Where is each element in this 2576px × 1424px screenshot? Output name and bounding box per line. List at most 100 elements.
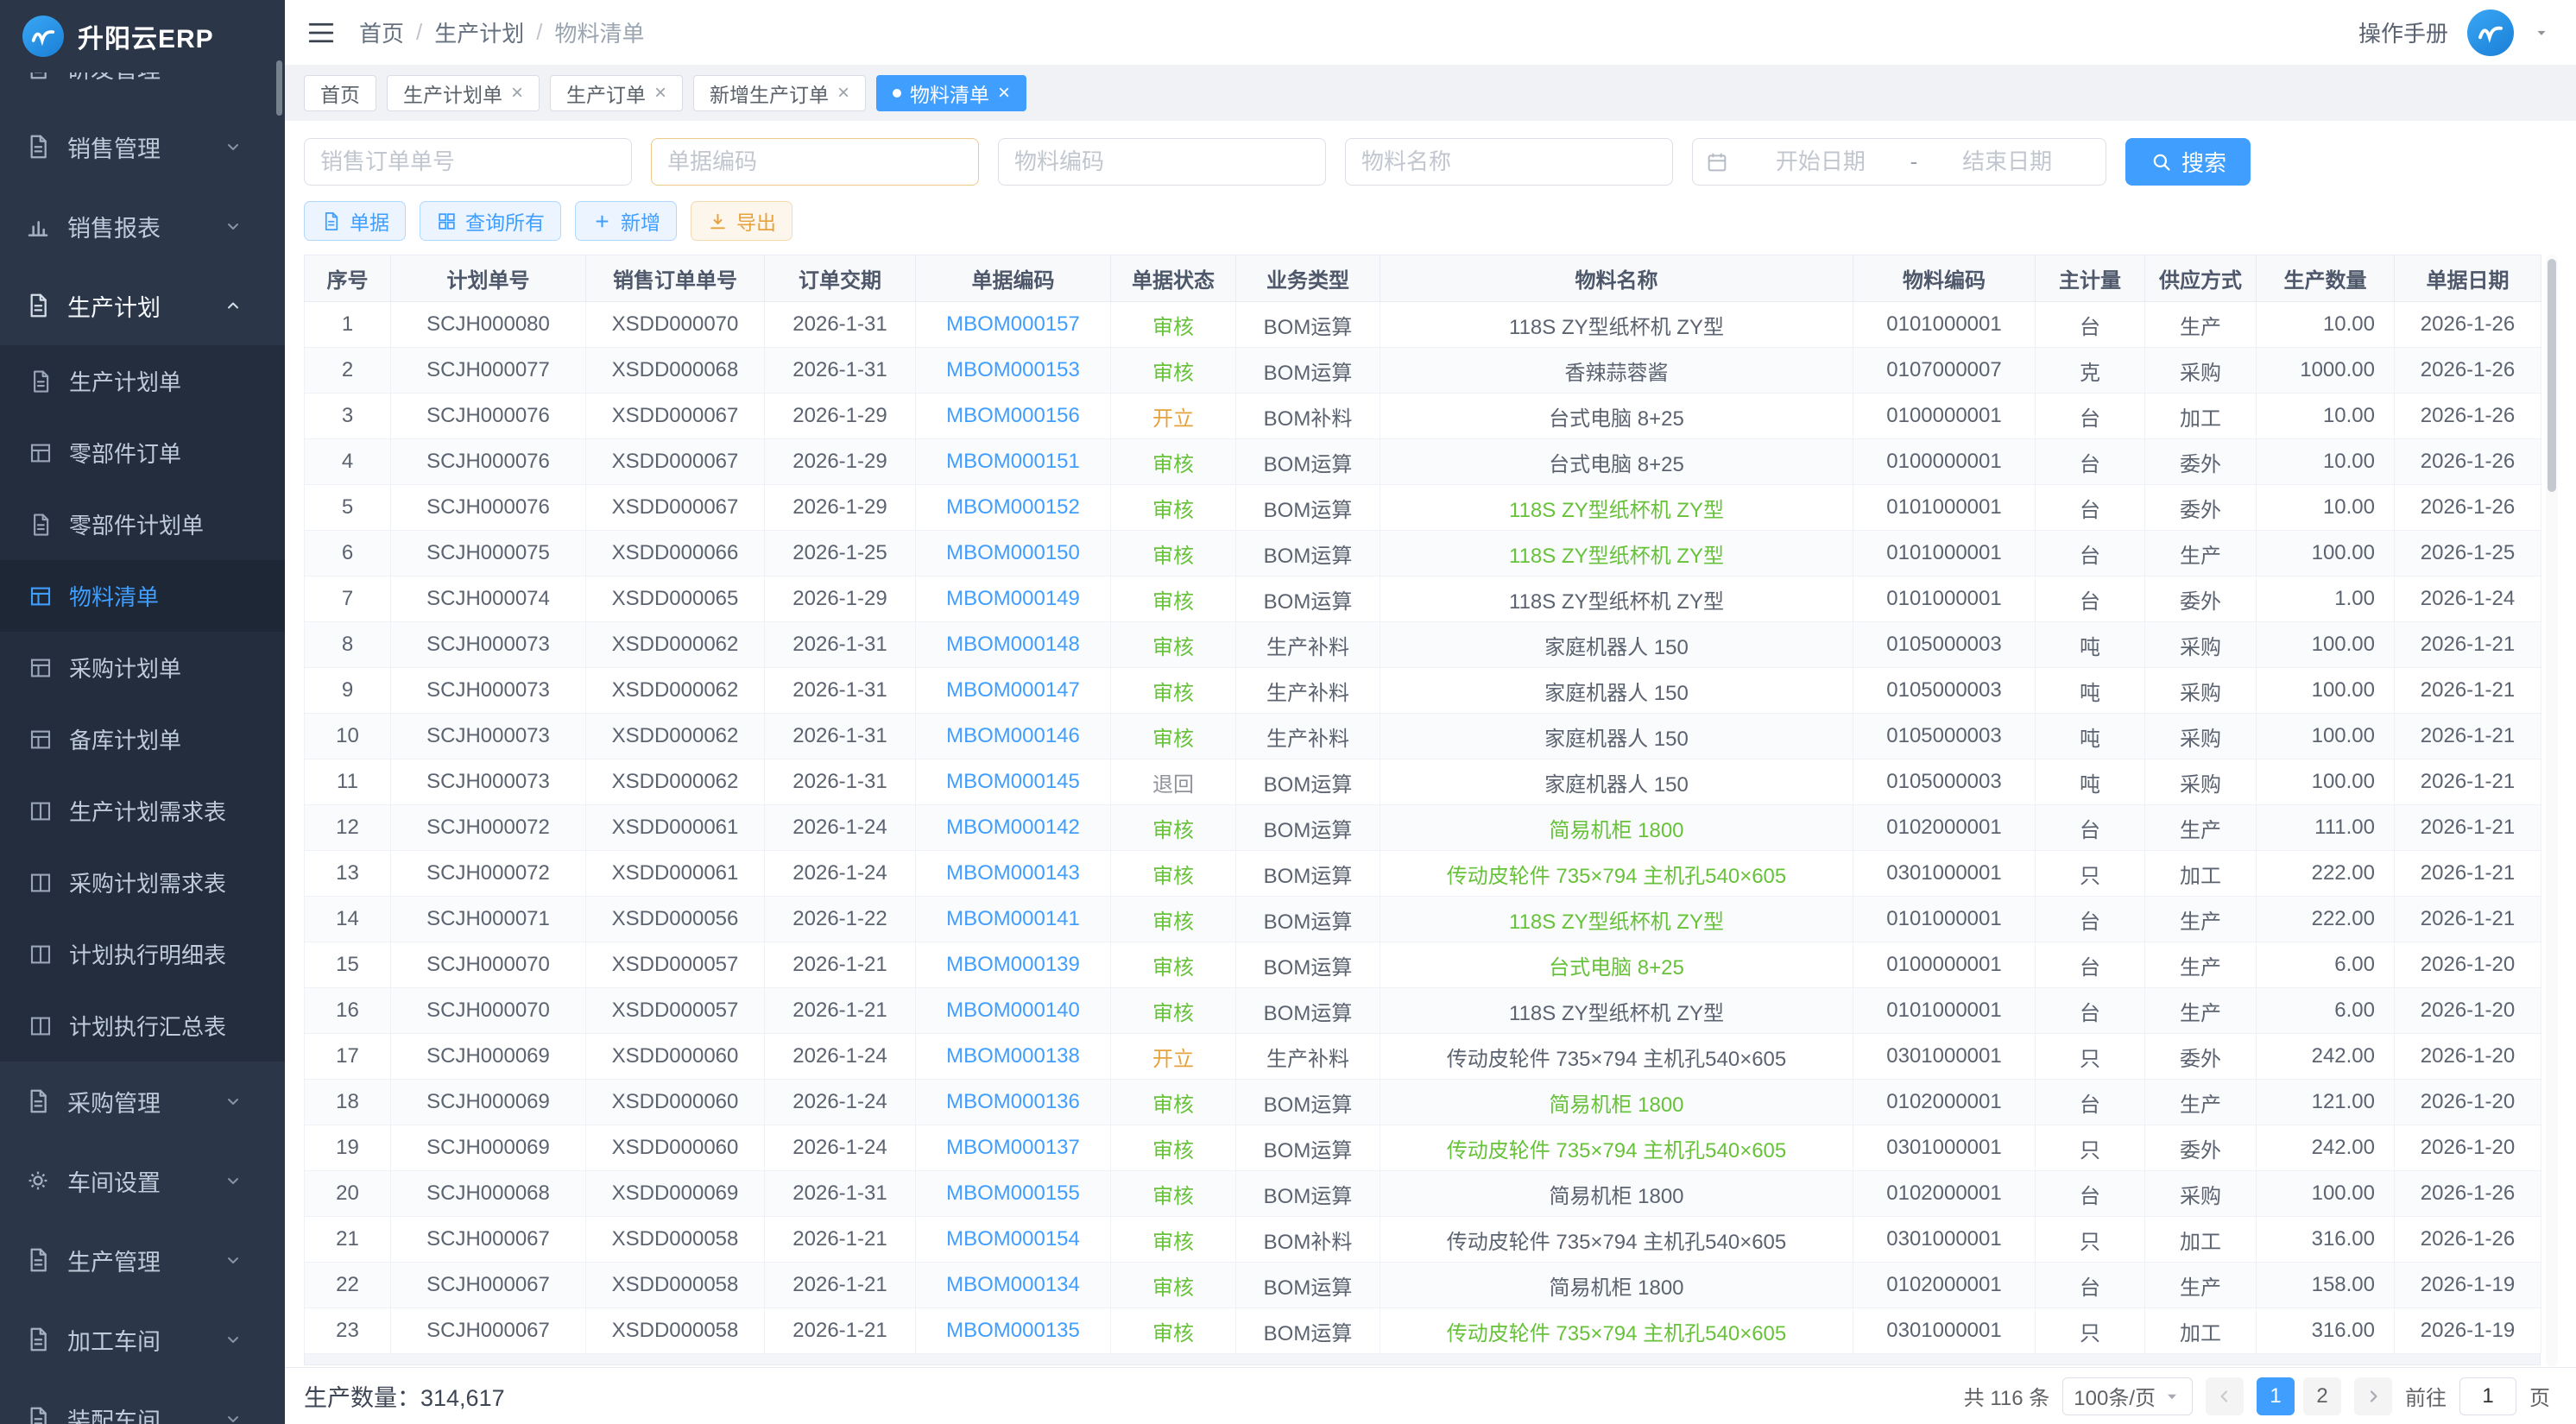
doc-code-input[interactable]: [652, 139, 978, 185]
table-row[interactable]: 1SCJH000080XSDD0000702026-1-31MBOM000157…: [305, 302, 2541, 348]
cell-doc-no-link[interactable]: MBOM000148: [916, 622, 1111, 668]
cell-doc-no-link[interactable]: MBOM000142: [916, 805, 1111, 851]
user-avatar[interactable]: [2467, 9, 2514, 56]
table-row[interactable]: 22SCJH000067XSDD0000582026-1-21MBOM00013…: [305, 1263, 2541, 1308]
tab[interactable]: 首页: [304, 75, 376, 111]
table-row[interactable]: 9SCJH000073XSDD0000622026-1-31MBOM000147…: [305, 668, 2541, 714]
sidebar-group[interactable]: 生产管理: [0, 1220, 285, 1300]
table-row[interactable]: 7SCJH000074XSDD0000652026-1-29MBOM000149…: [305, 577, 2541, 622]
cell-doc-no-link[interactable]: MBOM000135: [916, 1308, 1111, 1354]
sales-order-input[interactable]: [305, 139, 631, 185]
material-code-input[interactable]: [999, 139, 1325, 185]
table-row[interactable]: 10SCJH000073XSDD0000622026-1-31MBOM00014…: [305, 714, 2541, 759]
cell-doc-no-link[interactable]: MBOM000153: [916, 348, 1111, 394]
cell-doc-no-link[interactable]: MBOM000137: [916, 1125, 1111, 1171]
table-row[interactable]: 20SCJH000068XSDD0000692026-1-31MBOM00015…: [305, 1171, 2541, 1217]
page-button[interactable]: 2: [2303, 1377, 2341, 1415]
cell-doc-no-link[interactable]: MBOM000141: [916, 897, 1111, 942]
cell-doc-no-link[interactable]: MBOM000143: [916, 851, 1111, 897]
table-row[interactable]: 18SCJH000069XSDD0000602026-1-24MBOM00013…: [305, 1080, 2541, 1125]
cell-doc-no-link[interactable]: MBOM000134: [916, 1263, 1111, 1308]
export-button[interactable]: 导出: [691, 201, 792, 241]
query-all-button[interactable]: 查询所有: [420, 201, 561, 241]
table-row[interactable]: 5SCJH000076XSDD0000672026-1-29MBOM000152…: [305, 485, 2541, 531]
start-date-input[interactable]: [1734, 148, 1907, 175]
goto-page-input[interactable]: [2459, 1377, 2516, 1415]
table-row[interactable]: 6SCJH000075XSDD0000662026-1-25MBOM000150…: [305, 531, 2541, 577]
table-row[interactable]: 23SCJH000067XSDD0000582026-1-21MBOM00013…: [305, 1308, 2541, 1354]
tab-close-icon[interactable]: ×: [998, 83, 1010, 104]
table-row[interactable]: 17SCJH000069XSDD0000602026-1-24MBOM00013…: [305, 1034, 2541, 1080]
cell-doc-no-link[interactable]: MBOM000146: [916, 714, 1111, 759]
sidebar-item[interactable]: 生产计划需求表: [0, 775, 285, 847]
tab-close-icon[interactable]: ×: [837, 83, 849, 104]
sidebar-group[interactable]: 生产计划: [0, 266, 285, 345]
chevron-down-icon[interactable]: [2533, 24, 2550, 41]
sidebar-item[interactable]: 计划执行明细表: [0, 918, 285, 990]
cell-doc-no-link[interactable]: MBOM000155: [916, 1171, 1111, 1217]
app-logo[interactable]: 升阳云ERP: [0, 0, 285, 72]
sidebar-group[interactable]: 采购管理: [0, 1062, 285, 1141]
table-row[interactable]: 11SCJH000073XSDD0000622026-1-31MBOM00014…: [305, 759, 2541, 805]
sidebar-item[interactable]: 零部件订单: [0, 417, 285, 488]
cell-doc-no-link[interactable]: MBOM000154: [916, 1217, 1111, 1263]
table-row[interactable]: 13SCJH000072XSDD0000612026-1-24MBOM00014…: [305, 851, 2541, 897]
table-row[interactable]: 16SCJH000070XSDD0000572026-1-21MBOM00014…: [305, 988, 2541, 1034]
sidebar-item[interactable]: 物料清单: [0, 560, 285, 632]
date-range-picker[interactable]: -: [1692, 138, 2106, 186]
sidebar-group[interactable]: 装配车间: [0, 1379, 285, 1424]
cell-doc-no-link[interactable]: MBOM000138: [916, 1034, 1111, 1080]
sidebar-group[interactable]: 销售报表: [0, 186, 285, 266]
table-row[interactable]: 2SCJH000077XSDD0000682026-1-31MBOM000153…: [305, 348, 2541, 394]
sidebar-group[interactable]: 加工车间: [0, 1300, 285, 1379]
cell-doc-no-link[interactable]: MBOM000151: [916, 439, 1111, 485]
hamburger-menu-icon[interactable]: [306, 17, 337, 48]
material-name-input[interactable]: [1346, 139, 1672, 185]
next-page-button[interactable]: [2354, 1377, 2392, 1415]
sidebar-item[interactable]: 备库计划单: [0, 703, 285, 775]
sidebar-group[interactable]: 研发管理: [0, 72, 285, 107]
manual-link[interactable]: 操作手册: [2358, 16, 2448, 48]
cell-doc-no-link[interactable]: MBOM000149: [916, 577, 1111, 622]
prev-page-button[interactable]: [2206, 1377, 2244, 1415]
sidebar-scrollbar-thumb[interactable]: [276, 60, 282, 116]
table-row[interactable]: 15SCJH000070XSDD0000572026-1-21MBOM00013…: [305, 942, 2541, 988]
sidebar-item[interactable]: 采购计划单: [0, 632, 285, 703]
breadcrumb-production-plan[interactable]: 生产计划: [434, 16, 524, 48]
table-vertical-scrollbar[interactable]: [2546, 255, 2558, 1366]
tab[interactable]: 生产订单×: [550, 75, 683, 111]
sidebar-group[interactable]: 销售管理: [0, 107, 285, 186]
table-row[interactable]: 3SCJH000076XSDD0000672026-1-29MBOM000156…: [305, 394, 2541, 439]
search-button[interactable]: 搜索: [2125, 138, 2251, 186]
cell-doc-no-link[interactable]: MBOM000152: [916, 485, 1111, 531]
cell-doc-no-link[interactable]: MBOM000157: [916, 302, 1111, 348]
cell-doc-no-link[interactable]: MBOM000139: [916, 942, 1111, 988]
table-row[interactable]: 8SCJH000073XSDD0000622026-1-31MBOM000148…: [305, 622, 2541, 668]
sidebar-item[interactable]: 计划执行汇总表: [0, 990, 285, 1062]
tab[interactable]: 新增生产订单×: [693, 75, 866, 111]
cell-doc-no-link[interactable]: MBOM000140: [916, 988, 1111, 1034]
page-size-select[interactable]: 100条/页: [2062, 1377, 2193, 1415]
table-row[interactable]: 14SCJH000071XSDD0000562026-1-22MBOM00014…: [305, 897, 2541, 942]
tab[interactable]: 物料清单×: [876, 75, 1026, 111]
sidebar-item[interactable]: 零部件计划单: [0, 488, 285, 560]
sidebar-group[interactable]: 车间设置: [0, 1141, 285, 1220]
cell-doc-no-link[interactable]: MBOM000147: [916, 668, 1111, 714]
breadcrumb-home[interactable]: 首页: [359, 16, 404, 48]
end-date-input[interactable]: [1921, 148, 2093, 175]
table-row[interactable]: 21SCJH000067XSDD0000582026-1-21MBOM00015…: [305, 1217, 2541, 1263]
table-row[interactable]: 12SCJH000072XSDD0000612026-1-24MBOM00014…: [305, 805, 2541, 851]
cell-doc-no-link[interactable]: MBOM000136: [916, 1080, 1111, 1125]
sidebar-item[interactable]: 采购计划需求表: [0, 847, 285, 918]
sidebar-item[interactable]: 生产计划单: [0, 345, 285, 417]
cell-doc-no-link[interactable]: MBOM000150: [916, 531, 1111, 577]
page-button[interactable]: 1: [2257, 1377, 2295, 1415]
cell-doc-no-link[interactable]: MBOM000145: [916, 759, 1111, 805]
add-button[interactable]: 新增: [575, 201, 677, 241]
tab-close-icon[interactable]: ×: [654, 83, 666, 104]
cell-doc-no-link[interactable]: MBOM000156: [916, 394, 1111, 439]
document-button[interactable]: 单据: [304, 201, 406, 241]
table-row[interactable]: 4SCJH000076XSDD0000672026-1-29MBOM000151…: [305, 439, 2541, 485]
scrollbar-thumb[interactable]: [2548, 259, 2556, 492]
tab-close-icon[interactable]: ×: [511, 83, 523, 104]
